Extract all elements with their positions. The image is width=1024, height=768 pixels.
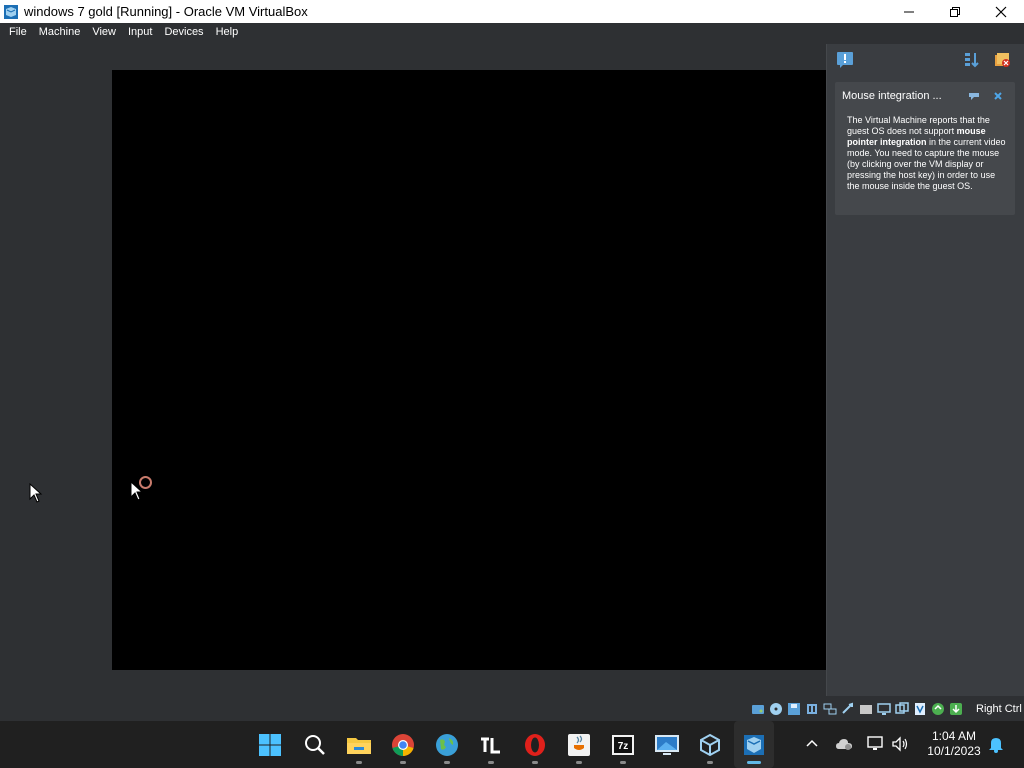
- title-bar: windows 7 gold [Running] - Oracle VM Vir…: [0, 0, 1024, 23]
- 7zip-icon: 7z: [612, 734, 634, 755]
- clear-notifications-icon[interactable]: [993, 51, 1011, 69]
- virtualbox-app-icon: [4, 4, 18, 19]
- globe-icon: [436, 733, 458, 756]
- notification-panel-toolbar: [827, 44, 1024, 76]
- taskbar-chrome[interactable]: [383, 721, 423, 768]
- notification-center-icon[interactable]: [836, 51, 854, 69]
- running-indicator: [707, 761, 713, 764]
- taskbar-opera[interactable]: [515, 721, 555, 768]
- running-indicator: [444, 761, 450, 764]
- bell-icon: [989, 738, 1003, 753]
- running-indicator: [356, 761, 362, 764]
- host-mouse-cursor-icon: [29, 483, 43, 503]
- cloud-icon: [836, 739, 852, 750]
- search-icon: [305, 734, 325, 755]
- taskbar-clock[interactable]: 1:04 AM 10/1/2023: [918, 729, 990, 759]
- network-monitor-icon: [867, 736, 883, 750]
- vm-status-bar: Right Ctrl: [0, 697, 1024, 721]
- virtualbox-cube-icon: [700, 733, 720, 756]
- close-button[interactable]: [978, 0, 1024, 23]
- tray-onedrive[interactable]: [835, 735, 853, 753]
- floppy-icon[interactable]: [786, 701, 802, 717]
- hard-disk-icon[interactable]: [750, 701, 766, 717]
- close-icon: [995, 6, 1007, 17]
- taskbar-virtualbox-vm-window[interactable]: [734, 721, 774, 768]
- taskbar-file-explorer[interactable]: [339, 721, 379, 768]
- recording-icon[interactable]: [894, 701, 910, 717]
- optical-drive-icon[interactable]: [768, 701, 784, 717]
- sort-notifications-icon[interactable]: [963, 51, 981, 69]
- mouse-integration-icon[interactable]: [930, 701, 946, 717]
- menu-bar: File Machine View Input Devices Help: [0, 23, 1024, 42]
- guest-mouse-cursor-icon: [130, 481, 144, 501]
- show-hidden-icons-button[interactable]: [803, 735, 821, 753]
- shared-folders-icon[interactable]: [858, 701, 874, 717]
- tray-notifications[interactable]: [987, 735, 1005, 753]
- window-title: windows 7 gold [Running] - Oracle VM Vir…: [24, 4, 308, 19]
- taskbar-java[interactable]: [559, 721, 599, 768]
- menu-file[interactable]: File: [3, 23, 33, 42]
- running-indicator: [576, 761, 582, 764]
- taskbar-tl-app[interactable]: [471, 721, 511, 768]
- vm-screen[interactable]: [112, 70, 826, 670]
- display-icon[interactable]: [876, 701, 892, 717]
- pin-notification-icon[interactable]: [968, 91, 980, 101]
- tray-network[interactable]: [866, 735, 884, 753]
- keyboard-capture-icon[interactable]: [948, 701, 964, 717]
- running-indicator: [532, 761, 538, 764]
- windows-taskbar: 7z 1:04 AM 10/1/2023: [0, 721, 1024, 768]
- notification-body: The Virtual Machine reports that the gue…: [847, 115, 1007, 192]
- active-indicator: [747, 761, 761, 764]
- menu-view[interactable]: View: [86, 23, 122, 42]
- menu-machine[interactable]: Machine: [33, 23, 87, 42]
- running-indicator: [488, 761, 494, 764]
- restore-icon: [950, 6, 960, 17]
- close-notification-icon[interactable]: [992, 90, 1004, 102]
- menu-help[interactable]: Help: [210, 23, 245, 42]
- svg-text:7z: 7z: [618, 741, 629, 752]
- vt-x-icon[interactable]: [912, 701, 928, 717]
- restore-button[interactable]: [932, 0, 978, 23]
- notification-center-panel: Mouse integration ... The Virtual Machin…: [826, 44, 1024, 696]
- network-icon[interactable]: [822, 701, 838, 717]
- taskbar-earth-browser[interactable]: [427, 721, 467, 768]
- java-icon: [568, 733, 590, 756]
- speaker-icon: [892, 736, 908, 752]
- clock-time: 1:04 AM: [931, 729, 977, 743]
- menu-devices[interactable]: Devices: [158, 23, 209, 42]
- tl-icon: [481, 737, 500, 753]
- taskbar-remote-desktop[interactable]: [647, 721, 687, 768]
- notification-title: Mouse integration ...: [842, 90, 942, 102]
- minimize-icon: [904, 11, 914, 12]
- host-key-label[interactable]: Right Ctrl: [976, 703, 1022, 715]
- usb-icon[interactable]: [840, 701, 856, 717]
- chrome-icon: [392, 733, 414, 756]
- mouse-integration-notification: Mouse integration ... The Virtual Machin…: [835, 82, 1015, 215]
- minimize-button[interactable]: [886, 0, 932, 23]
- running-indicator: [400, 761, 406, 764]
- taskbar-virtualbox-manager[interactable]: [690, 721, 730, 768]
- audio-icon[interactable]: [804, 701, 820, 717]
- clock-date: 10/1/2023: [927, 744, 981, 758]
- folder-icon: [347, 737, 371, 754]
- tray-volume[interactable]: [891, 735, 909, 753]
- taskbar-7zip[interactable]: 7z: [603, 721, 643, 768]
- virtualbox-vm-icon: [744, 734, 764, 755]
- windows-start-icon: [259, 733, 281, 756]
- taskbar-search-button[interactable]: [295, 721, 335, 768]
- opera-icon: [525, 733, 545, 756]
- chevron-up-icon: [806, 739, 818, 747]
- remote-desktop-icon: [655, 734, 679, 755]
- start-button[interactable]: [250, 721, 290, 768]
- running-indicator: [620, 761, 626, 764]
- menu-input[interactable]: Input: [122, 23, 158, 42]
